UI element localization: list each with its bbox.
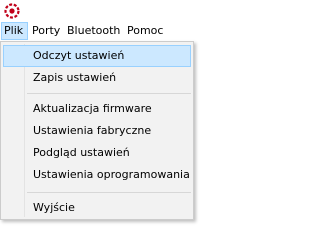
menu-item-aktualizacja-firmware[interactable]: Aktualizacja firmware (3, 98, 191, 120)
menu-item-podglad-ustawien[interactable]: Podgląd ustawień (3, 142, 191, 164)
menu-separator (27, 93, 191, 94)
menu-item-ustawienia-oprogramowania[interactable]: Ustawienia oprogramowania (3, 164, 191, 186)
background-window (194, 41, 202, 222)
plik-dropdown-menu: Odczyt ustawień Zapis ustawień Aktualiza… (0, 41, 194, 220)
menu-plik[interactable]: Plik (1, 22, 28, 40)
title-bar (0, 0, 202, 22)
menu-separator (27, 192, 191, 193)
menu-porty[interactable]: Porty (30, 22, 62, 40)
menu-pomoc[interactable]: Pomoc (125, 22, 165, 40)
menu-item-ustawienia-fabryczne[interactable]: Ustawienia fabryczne (3, 120, 191, 142)
menu-bar: Plik Porty Bluetooth Pomoc (0, 22, 202, 41)
app-logo-icon (4, 3, 20, 19)
menu-item-odczyt-ustawien[interactable]: Odczyt ustawień (3, 45, 191, 67)
menu-item-wyjscie[interactable]: Wyjście (3, 197, 191, 219)
menu-item-zapis-ustawien[interactable]: Zapis ustawień (3, 67, 191, 89)
menu-bluetooth[interactable]: Bluetooth (65, 22, 122, 40)
